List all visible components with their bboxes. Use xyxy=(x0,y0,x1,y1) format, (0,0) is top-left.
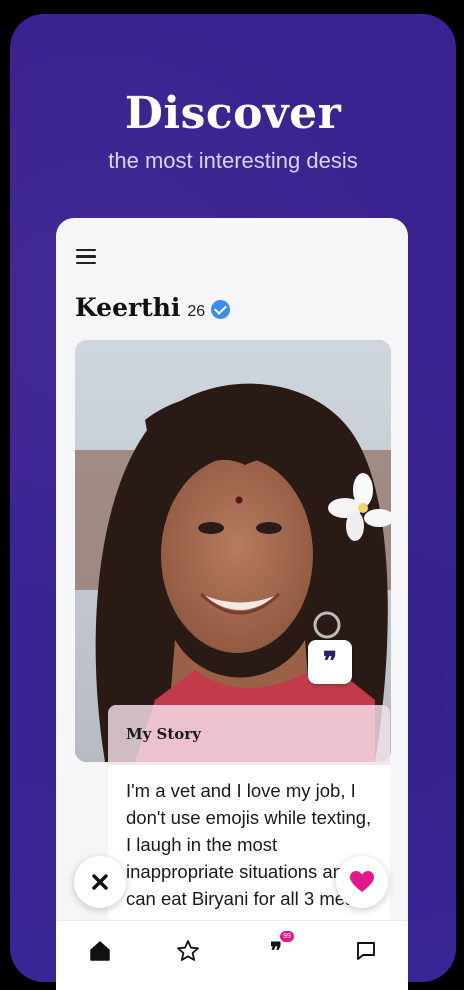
bottom-tab-bar: ❞ 99 xyxy=(56,920,408,990)
star-icon xyxy=(177,940,199,961)
home-icon xyxy=(90,941,110,961)
hero-subtitle: the most interesting desis xyxy=(108,148,358,173)
hero-title: Discover xyxy=(124,88,342,139)
story-label: My Story xyxy=(126,725,201,743)
pass-button[interactable] xyxy=(74,856,126,908)
prompts-badge: 99 xyxy=(280,931,294,942)
like-button[interactable] xyxy=(336,856,388,908)
quote-icon: ❞ xyxy=(323,647,337,677)
menu-icon[interactable] xyxy=(76,249,96,265)
tab-standouts[interactable] xyxy=(174,937,202,965)
profile-name: Keerthi xyxy=(75,293,181,322)
profile-age: 26 xyxy=(187,303,206,320)
tab-home[interactable] xyxy=(86,937,114,965)
close-icon xyxy=(92,874,108,890)
quote-icon: ❞ xyxy=(270,938,282,964)
app-screen: Keerthi 26 ❞ My Story I'm a vet and I lo… xyxy=(56,218,408,990)
profile-photo[interactable] xyxy=(75,340,391,762)
story-header: My Story xyxy=(108,705,390,765)
tab-prompts[interactable]: ❞ 99 xyxy=(262,931,294,965)
chat-icon xyxy=(357,942,375,960)
heart-icon xyxy=(350,871,374,892)
profile-header: Keerthi 26 xyxy=(75,293,231,322)
tab-chats[interactable] xyxy=(352,937,380,965)
verified-badge-icon xyxy=(211,300,231,319)
quote-button[interactable]: ❞ xyxy=(308,640,352,684)
